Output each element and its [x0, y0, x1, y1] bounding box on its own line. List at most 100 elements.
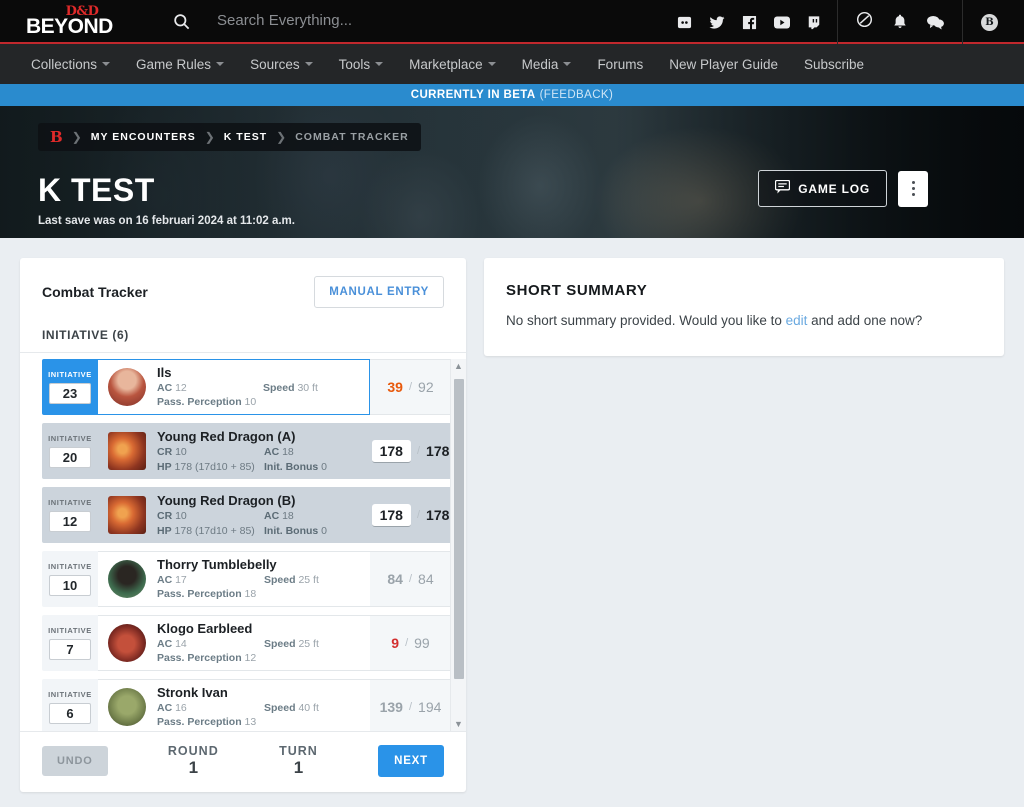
initiative-count-header: INITIATIVE (6)	[20, 322, 466, 353]
user-avatar-group[interactable]: B	[963, 13, 1024, 31]
initiative-column[interactable]: INITIATIVE 12	[42, 487, 98, 543]
combatant-name: Klogo Earbleed	[157, 621, 253, 636]
stat-label: Init. Bonus	[264, 524, 319, 537]
avatar[interactable]: B	[981, 13, 998, 31]
initiative-column[interactable]: INITIATIVE 7	[42, 615, 98, 671]
scrollbar-track[interactable]	[451, 373, 466, 717]
twitch-icon[interactable]	[807, 15, 821, 30]
facebook-icon[interactable]	[742, 15, 757, 30]
nav-item-sources[interactable]: Sources	[237, 44, 326, 84]
more-options-icon[interactable]	[898, 170, 928, 207]
combatant-main[interactable]: Klogo Earbleed AC 14 Speed 25 ft Pass. P…	[98, 615, 370, 671]
initiative-input[interactable]: 23	[49, 383, 91, 404]
combatant-main[interactable]: Young Red Dragon (B) CR 10 AC 18 HP 178 …	[98, 487, 370, 543]
stat-value: 178 (17d10 + 85)	[174, 460, 255, 473]
search-input[interactable]: Search Everything...	[217, 12, 352, 30]
beta-feedback-link[interactable]: (FEEDBACK)	[540, 89, 614, 101]
chevron-down-icon	[216, 62, 225, 66]
hp-current[interactable]: 84	[387, 571, 403, 587]
combatant-main[interactable]: Young Red Dragon (A) CR 10 AC 18 HP 178 …	[98, 423, 370, 479]
table-row[interactable]: INITIATIVE 12 Young Red Dragon (B) CR 10…	[42, 487, 452, 543]
hp-current[interactable]: 139	[380, 699, 403, 715]
scrollbar-thumb[interactable]	[454, 379, 464, 679]
hp-current-input[interactable]: 178	[371, 503, 411, 527]
initiative-column[interactable]: INITIATIVE 23	[42, 359, 98, 415]
breadcrumb-separator-icon: ❯	[204, 130, 215, 144]
game-log-button[interactable]: GAME LOG	[758, 170, 887, 207]
hp-current[interactable]: 39	[387, 379, 403, 395]
hit-points-column[interactable]: 178 / 178	[370, 487, 452, 543]
hp-current-input[interactable]: 178	[371, 439, 411, 463]
combatant-main[interactable]: Thorry Tumblebelly AC 17 Speed 25 ft Pas…	[98, 551, 370, 607]
bell-icon[interactable]	[893, 14, 907, 30]
stat-value: 25 ft	[298, 574, 319, 586]
round-value: 1	[188, 758, 199, 777]
breadcrumb-item-my-encounters[interactable]: MY ENCOUNTERS	[91, 131, 196, 143]
stat-label: AC	[264, 509, 280, 522]
hit-points-column[interactable]: 84 / 84	[370, 551, 452, 607]
nav-item-collections[interactable]: Collections	[18, 44, 123, 84]
initiative-list-scrollbar[interactable]: ▲ ▼	[450, 359, 466, 731]
nav-item-tools[interactable]: Tools	[326, 44, 397, 84]
stat-label: HP	[157, 460, 172, 473]
site-logo[interactable]: D&D BEYOND	[26, 5, 138, 37]
initiative-input[interactable]: 12	[49, 511, 91, 532]
stat-label: Speed	[264, 702, 296, 714]
edit-link[interactable]: edit	[786, 313, 808, 328]
initiative-column[interactable]: INITIATIVE 20	[42, 423, 98, 479]
initiative-label: INITIATIVE	[48, 434, 92, 443]
stat-value: 30 ft	[297, 382, 318, 394]
initiative-input[interactable]: 6	[49, 703, 91, 724]
game-log-label: GAME LOG	[798, 181, 870, 196]
table-row[interactable]: INITIATIVE 23 Ils AC 12 Speed 30 ft Pass…	[42, 359, 452, 415]
next-button[interactable]: NEXT	[378, 745, 444, 777]
chat-icon[interactable]	[927, 15, 944, 30]
table-row[interactable]: INITIATIVE 20 Young Red Dragon (A) CR 10…	[42, 423, 452, 479]
nav-label: Tools	[338, 56, 371, 72]
dice-icon[interactable]	[856, 11, 873, 33]
nav-item-new-player-guide[interactable]: New Player Guide	[656, 44, 791, 84]
hit-points-column[interactable]: 9 / 99	[370, 615, 452, 671]
initiative-input[interactable]: 10	[49, 575, 91, 596]
combat-tracker-title: Combat Tracker	[42, 284, 148, 300]
discord-icon[interactable]	[677, 15, 692, 30]
scroll-down-icon[interactable]: ▼	[454, 717, 463, 731]
social-links	[677, 15, 837, 30]
initiative-input[interactable]: 20	[49, 447, 91, 468]
stat-label: CR	[157, 445, 173, 458]
scroll-up-icon[interactable]: ▲	[454, 359, 463, 373]
hit-points-column[interactable]: 39 / 92	[370, 359, 452, 415]
nav-item-subscribe[interactable]: Subscribe	[791, 44, 877, 84]
combatant-info: Stronk Ivan AC 16 Speed 40 ft Pass. Perc…	[157, 685, 360, 729]
nav-item-forums[interactable]: Forums	[584, 44, 656, 84]
beta-banner: CURRENTLY IN BETA (FEEDBACK)	[0, 84, 1024, 106]
round-counter: ROUND 1	[168, 744, 219, 778]
breadcrumb-logo-icon[interactable]: B	[50, 130, 63, 145]
youtube-icon[interactable]	[774, 16, 790, 29]
combatant-info: Young Red Dragon (B) CR 10 AC 18 HP 178 …	[157, 493, 360, 538]
initiative-column[interactable]: INITIATIVE 6	[42, 679, 98, 731]
table-row[interactable]: INITIATIVE 10 Thorry Tumblebelly AC 17 S…	[42, 551, 452, 607]
initiative-column[interactable]: INITIATIVE 10	[42, 551, 98, 607]
stat-value: 12	[244, 652, 257, 664]
combatant-main[interactable]: Stronk Ivan AC 16 Speed 40 ft Pass. Perc…	[98, 679, 370, 731]
hit-points-column[interactable]: 178 / 178	[370, 423, 452, 479]
undo-button[interactable]: UNDO	[42, 746, 108, 776]
twitter-icon[interactable]	[709, 15, 725, 30]
nav-label: Sources	[250, 56, 300, 72]
hit-points-column[interactable]: 139 / 194	[370, 679, 452, 731]
nav-item-media[interactable]: Media	[509, 44, 585, 84]
nav-item-game-rules[interactable]: Game Rules	[123, 44, 237, 84]
hp-current[interactable]: 9	[391, 635, 399, 651]
combat-tracker-panel: Combat Tracker MANUAL ENTRY INITIATIVE (…	[20, 258, 466, 792]
breadcrumb-item-k-test[interactable]: K TEST	[224, 131, 267, 143]
search-icon[interactable]	[172, 12, 191, 31]
initiative-list-wrapper: INITIATIVE 23 Ils AC 12 Speed 30 ft Pass…	[20, 353, 466, 731]
table-row[interactable]: INITIATIVE 7 Klogo Earbleed AC 14 Speed …	[42, 615, 452, 671]
stat-value: 17	[175, 574, 187, 586]
manual-entry-button[interactable]: MANUAL ENTRY	[314, 276, 444, 308]
combatant-main[interactable]: Ils AC 12 Speed 30 ft Pass. Perception 1…	[98, 359, 370, 415]
nav-item-marketplace[interactable]: Marketplace	[396, 44, 509, 84]
initiative-input[interactable]: 7	[49, 639, 91, 660]
table-row[interactable]: INITIATIVE 6 Stronk Ivan AC 16 Speed 40 …	[42, 679, 452, 731]
